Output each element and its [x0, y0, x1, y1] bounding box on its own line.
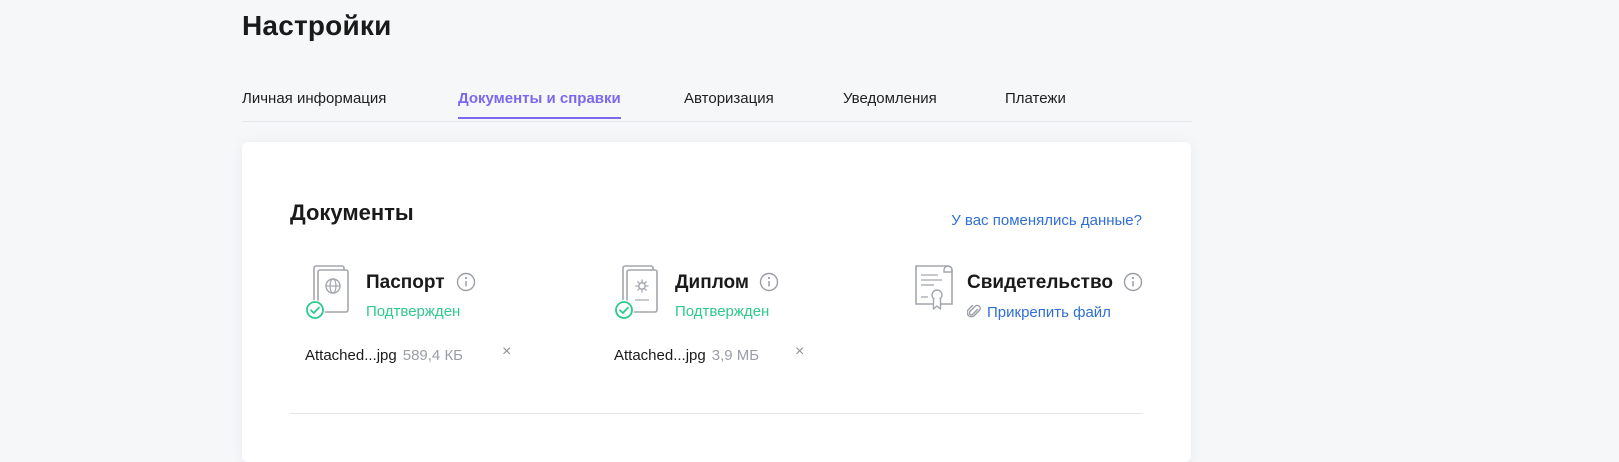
passport-name: Паспорт [366, 272, 445, 293]
documents-card: Документы У вас поменялись данные? Паспо… [242, 142, 1191, 462]
info-icon[interactable] [1123, 272, 1143, 292]
paperclip-icon [966, 303, 981, 323]
file-size: 3,9 МБ [711, 347, 760, 364]
remove-file-icon[interactable]: × [502, 343, 511, 361]
file-name[interactable]: Attached...jpg [614, 347, 706, 364]
diploma-file: Attached...jpg 3,9 МБ × [614, 343, 804, 364]
certificate-icon [912, 264, 958, 320]
settings-tabs: Личная информация Документы и справки Ав… [242, 88, 1192, 122]
remove-file-icon[interactable]: × [795, 343, 804, 361]
documents-section-title: Документы [290, 200, 414, 225]
info-icon[interactable] [759, 272, 779, 292]
verified-check-icon [614, 300, 634, 320]
passport-status: Подтвержден [366, 303, 461, 320]
section-divider [290, 413, 1143, 414]
page-title: Настройки [242, 10, 392, 41]
data-changed-link[interactable]: У вас поменялись данные? [951, 212, 1142, 229]
tab-notifications[interactable]: Уведомления [843, 90, 937, 118]
info-icon[interactable] [456, 272, 476, 292]
passport-file: Attached...jpg 589,4 КБ × [305, 343, 511, 364]
diploma-name: Диплом [675, 272, 749, 293]
verified-check-icon [305, 300, 325, 320]
tab-payments[interactable]: Платежи [1005, 90, 1066, 118]
attach-file-label: Прикрепить файл [987, 304, 1111, 321]
file-name[interactable]: Attached...jpg [305, 347, 397, 364]
diploma-status: Подтвержден [675, 303, 770, 320]
tab-documents[interactable]: Документы и справки [458, 90, 621, 119]
certificate-name: Свидетельство [967, 272, 1113, 293]
file-size: 589,4 КБ [402, 347, 464, 364]
tab-personal-info[interactable]: Личная информация [242, 90, 386, 118]
attach-file-link[interactable]: Прикрепить файл [966, 303, 1111, 323]
tab-authorization[interactable]: Авторизация [684, 90, 774, 118]
